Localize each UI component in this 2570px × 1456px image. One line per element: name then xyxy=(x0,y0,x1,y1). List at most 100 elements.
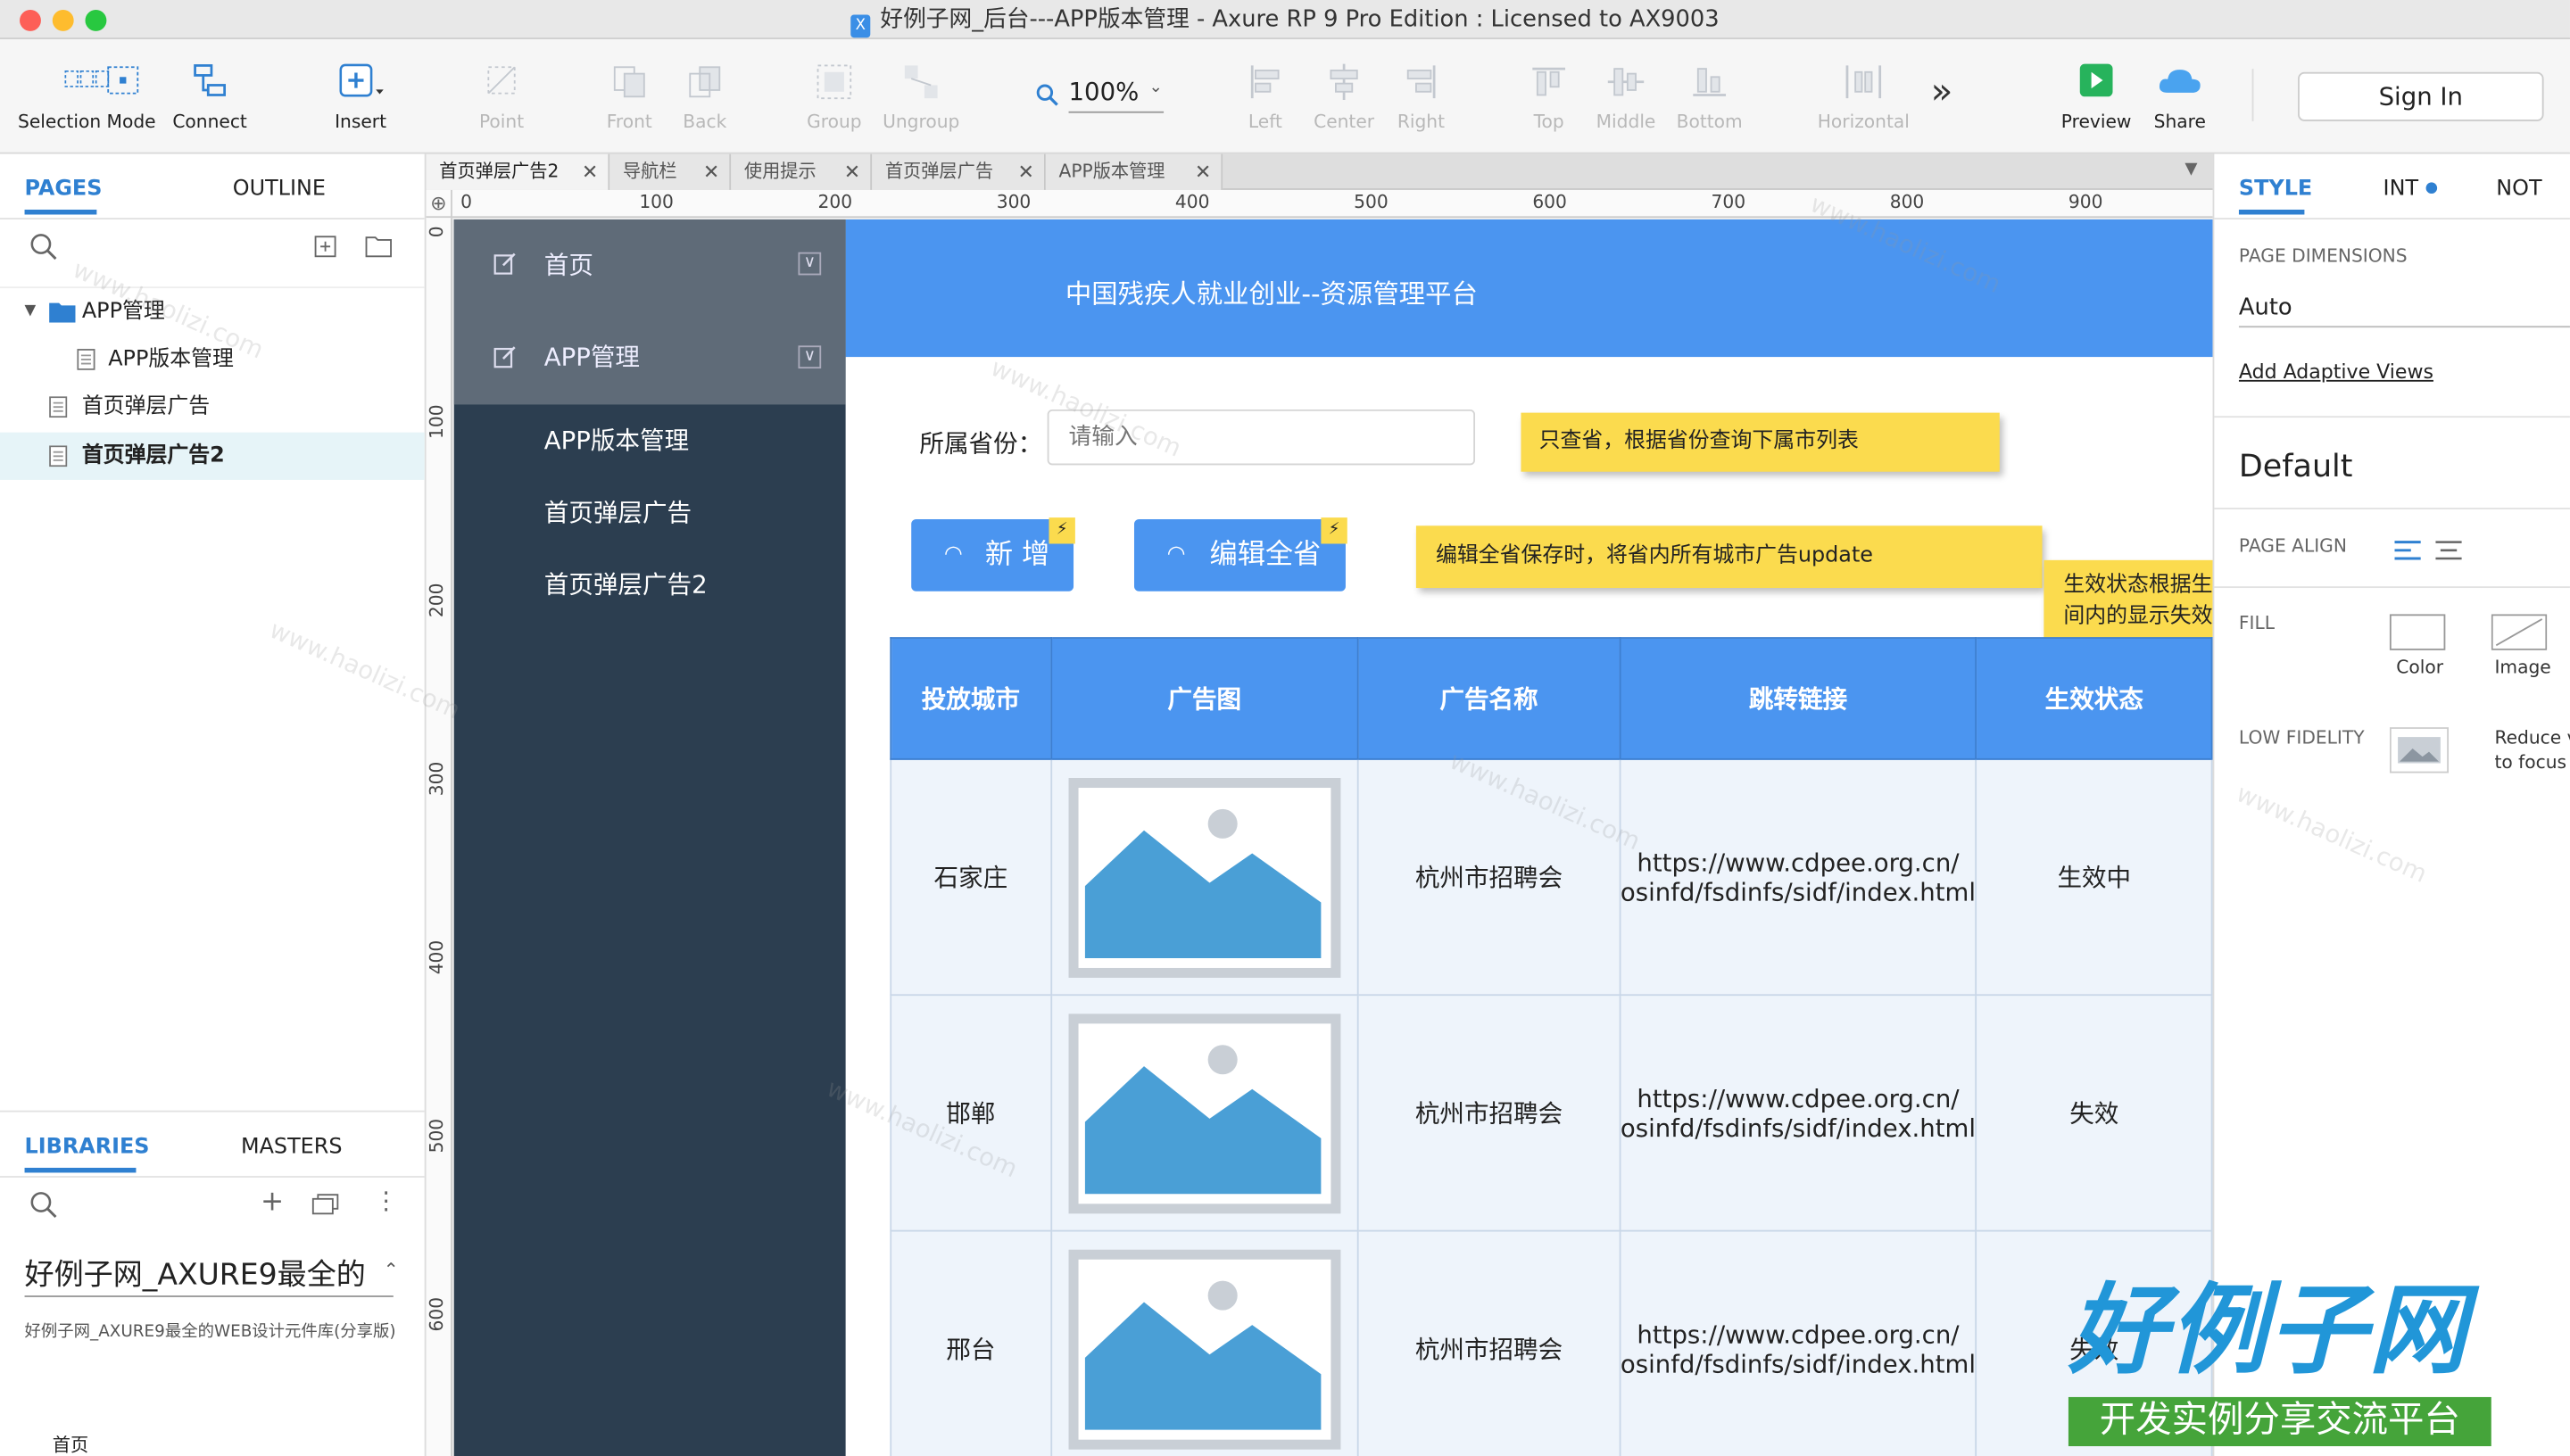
tab-libraries[interactable]: LIBRARIES xyxy=(25,1135,150,1160)
close-icon[interactable]: ✕ xyxy=(844,154,860,190)
canvas-area[interactable]: 首页弹层广告2 ✕ 导航栏 ✕ 使用提示 ✕ 首页弹层广告 ✕ APP版本管理 ✕ ▼ ⊕… xyxy=(426,153,2213,1456)
intersect-mode-button[interactable] xyxy=(98,39,147,154)
connect-button[interactable]: Connect xyxy=(167,39,253,154)
library-menu-icon[interactable]: ⋮ xyxy=(374,1186,399,1215)
align-middle-button[interactable]: Middle xyxy=(1590,39,1662,154)
group-button[interactable]: Group xyxy=(800,39,868,154)
align-center-icon xyxy=(1330,63,1358,100)
column-header: 广告图 xyxy=(1049,637,1359,760)
add-page-icon[interactable] xyxy=(313,235,339,261)
edit-icon xyxy=(493,252,516,275)
distribute-horizontal-button[interactable]: Horizontal xyxy=(1812,39,1914,154)
province-input[interactable] xyxy=(1047,409,1476,466)
align-center-button[interactable]: Center xyxy=(1308,39,1380,154)
ruler-origin-icon: ⊕ xyxy=(426,189,452,219)
page-tree-folder-app[interactable]: ▼ APP管理 xyxy=(0,288,425,335)
front-button[interactable]: Front xyxy=(597,39,662,154)
insert-button[interactable]: Insert xyxy=(321,39,400,154)
doc-tab[interactable]: 导航栏 ✕ xyxy=(609,153,732,190)
align-top-icon xyxy=(1532,67,1566,96)
align-center-page-icon[interactable] xyxy=(2435,541,2462,560)
search-icon[interactable] xyxy=(29,233,59,262)
close-icon[interactable]: ✕ xyxy=(703,154,719,190)
cloud-icon xyxy=(2159,70,2201,93)
annotation-note: 编辑全省保存时，将省内所有城市广告update xyxy=(1415,525,2043,589)
page-tree-item-selected[interactable]: 首页弹层广告2 xyxy=(0,432,425,480)
tab-notes[interactable]: NOT xyxy=(2496,177,2541,202)
city-cell: 邢台 xyxy=(890,1229,1052,1456)
add-library-icon[interactable]: + xyxy=(261,1186,284,1219)
tab-masters[interactable]: MASTERS xyxy=(241,1135,343,1160)
table-row[interactable]: 邢台 杭州市招聘会 https://www.cdpee.org.cn/osinf… xyxy=(890,1229,2213,1456)
add-adaptive-views-link[interactable]: Add Adaptive Views xyxy=(2239,360,2433,384)
document-icon: X xyxy=(850,14,871,38)
library-item[interactable]: 首页 xyxy=(53,1431,88,1456)
nav-item[interactable]: 首页弹层广告2 xyxy=(544,567,708,601)
edit-province-button[interactable]: ◠ 编辑全省 ⚡ xyxy=(1133,517,1347,592)
link-cell: https://www.cdpee.org.cn/osinfd/fsdinfs/… xyxy=(1619,757,1977,997)
left-panel: PAGES OUTLINE ▼ APP管理 APP版本管理 首页弹层广告 首页弹… xyxy=(0,153,427,1456)
preview-button[interactable]: Preview xyxy=(2059,39,2134,154)
nav-item[interactable]: APP版本管理 xyxy=(544,423,689,458)
annotation-note: 生效状态根据生 间内的显示失效 xyxy=(2044,559,2213,642)
table-row[interactable]: 邯郸 杭州市招聘会 https://www.cdpee.org.cn/osinf… xyxy=(890,994,2213,1232)
tab-outline[interactable]: OUTLINE xyxy=(233,177,326,202)
more-tools-button[interactable]: » xyxy=(1931,72,1953,113)
city-cell: 邯郸 xyxy=(890,994,1052,1232)
align-bottom-button[interactable]: Bottom xyxy=(1671,39,1746,154)
tab-interactions[interactable]: INT ● xyxy=(2383,177,2439,202)
doc-tab[interactable]: 首页弹层广告 ✕ xyxy=(872,153,1046,190)
column-header: 生效状态 xyxy=(1976,637,2213,760)
add-button[interactable]: ◠ 新 增 ⚡ xyxy=(911,517,1075,592)
tab-pages[interactable]: PAGES xyxy=(25,177,103,202)
maximize-window-button[interactable] xyxy=(85,10,107,31)
ad-name-cell: 杭州市招聘会 xyxy=(1357,1229,1621,1456)
nav-group-home[interactable]: 首页 ∨ xyxy=(454,219,846,310)
tab-style[interactable]: STYLE xyxy=(2239,177,2312,202)
back-button[interactable]: Back xyxy=(672,39,737,154)
align-left-button[interactable]: Left xyxy=(1236,39,1295,154)
tab-underline xyxy=(24,1167,137,1173)
platform-title: 中国残疾人就业创业--资源管理平台 xyxy=(1065,278,1478,310)
library-select[interactable]: 好例子网_AXURE9最全的 xyxy=(25,1252,394,1295)
status-cell: 生效中 xyxy=(1976,757,2213,997)
page-tree-item[interactable]: 首页弹层广告 xyxy=(0,384,425,431)
align-right-button[interactable]: Right xyxy=(1390,39,1453,154)
close-icon[interactable]: ✕ xyxy=(1017,154,1033,190)
minimize-window-button[interactable] xyxy=(52,10,74,31)
point-button[interactable]: Point xyxy=(466,39,538,154)
status-cell: 失效 xyxy=(1976,994,2213,1232)
link-cell: https://www.cdpee.org.cn/osinfd/fsdinfs/… xyxy=(1619,994,1977,1232)
zoom-select[interactable]: 100% ⌄ xyxy=(1036,77,1167,113)
column-header: 广告名称 xyxy=(1357,637,1621,760)
chevron-updown-icon: ⌃ xyxy=(383,1259,399,1281)
page-dimensions-select[interactable]: Auto xyxy=(2238,294,2570,328)
table-row[interactable]: 石家庄 杭州市招聘会 https://www.cdpee.org.cn/osin… xyxy=(890,757,2213,997)
fill-image-icon[interactable] xyxy=(2491,614,2548,650)
close-icon[interactable]: ✕ xyxy=(582,154,598,190)
add-folder-icon[interactable] xyxy=(364,233,394,259)
library-stack-icon[interactable] xyxy=(311,1192,341,1215)
fill-color-swatch[interactable] xyxy=(2389,614,2446,650)
align-top-button[interactable]: Top xyxy=(1521,39,1576,154)
page-tree-item[interactable]: APP版本管理 xyxy=(0,335,425,383)
doc-tab-active[interactable]: 首页弹层广告2 ✕ xyxy=(426,153,610,190)
low-fidelity-toggle-icon[interactable] xyxy=(2389,727,2450,774)
nav-item[interactable]: 首页弹层广告 xyxy=(544,494,692,529)
page-icon xyxy=(49,396,68,418)
chevron-down-icon: ∨ xyxy=(798,345,822,369)
sign-in-button[interactable]: Sign In xyxy=(2298,71,2544,121)
close-icon[interactable]: ✕ xyxy=(1195,154,1211,190)
doc-tab[interactable]: 使用提示 ✕ xyxy=(731,153,873,190)
nav-group-app[interactable]: APP管理 ∨ xyxy=(454,313,846,403)
close-window-button[interactable] xyxy=(20,10,41,31)
ungroup-button[interactable]: Ungroup xyxy=(878,39,964,154)
tabs-overflow-icon[interactable]: ▼ xyxy=(2184,161,2197,178)
doc-tab[interactable]: APP版本管理 ✕ xyxy=(1045,153,1223,190)
group-icon xyxy=(817,64,852,100)
interaction-flash-icon: ⚡ xyxy=(1049,517,1075,544)
search-icon[interactable] xyxy=(29,1191,59,1220)
share-button[interactable]: Share xyxy=(2147,39,2212,154)
folder-icon xyxy=(49,302,76,323)
align-left-page-icon[interactable] xyxy=(2394,541,2421,560)
